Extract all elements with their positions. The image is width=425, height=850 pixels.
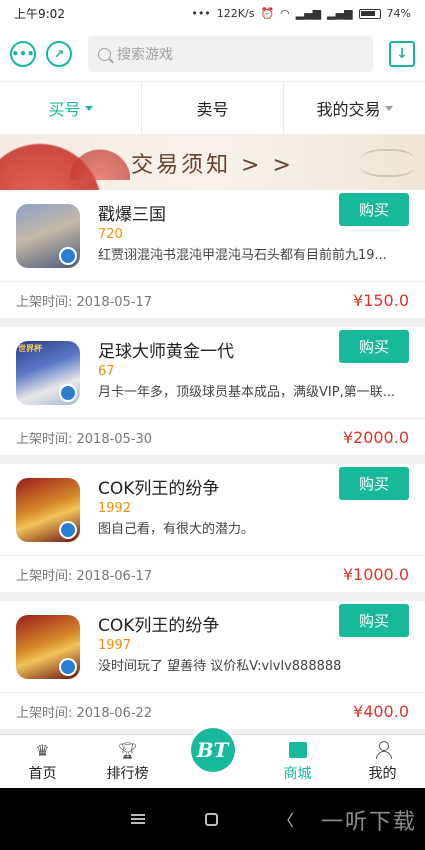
battery-icon	[358, 8, 381, 19]
listing-date: 上架时间: 2018-06-17	[16, 568, 153, 584]
listing-price: ¥150.0	[353, 290, 409, 310]
account-number: 1992	[98, 501, 132, 516]
account-number: 67	[98, 364, 115, 379]
alarm-icon: ⏰	[260, 7, 275, 20]
buy-button[interactable]: 购买	[339, 193, 409, 226]
buy-button[interactable]: 购买	[339, 330, 409, 363]
listing-main: 世界杯 足球大师黄金一代 67 月卡一年多，顶级球员基本成品，满级VIP,第一联…	[0, 327, 425, 419]
nav-bt[interactable]: BT	[170, 725, 255, 788]
system-nav-bar: 〈 一听下载	[0, 788, 425, 850]
search-input[interactable]: 搜索游戏	[88, 36, 373, 72]
listing-price: ¥1000.0	[342, 564, 409, 584]
home-icon[interactable]	[204, 812, 218, 826]
notification-dots: •••	[191, 7, 211, 20]
menu-icon[interactable]	[130, 814, 145, 824]
trade-tabs: 买号 卖号 我的交易	[0, 81, 425, 135]
status-time: 上午9:02	[14, 7, 65, 21]
account-number: 1997	[98, 638, 132, 653]
bt-icon: BT	[187, 725, 238, 775]
nav-label: 商城	[283, 766, 312, 782]
listing-card[interactable]: 世界杯 足球大师黄金一代 67 月卡一年多，顶级球员基本成品，满级VIP,第一联…	[0, 327, 425, 455]
back-icon[interactable]: 〈	[278, 807, 294, 831]
signal-icon-2: ▂▄▆	[327, 7, 353, 20]
verified-badge-icon	[59, 247, 77, 265]
person-shape	[375, 741, 392, 759]
listing-footer: 上架时间: 2018-06-17 ¥1000.0	[0, 556, 425, 592]
bottom-nav: ♛ 首页 🏆︎ 排行榜 BT 商城 我的	[0, 725, 425, 788]
person-icon	[372, 740, 394, 760]
listing-footer: 上架时间: 2018-06-22 ¥400.0	[0, 693, 425, 729]
tab-sell-account[interactable]: 卖号	[142, 82, 284, 134]
listing-main: COK列王的纷争 1992 图自己看，有很大的潜力。 购买	[0, 464, 425, 556]
verified-badge-icon	[59, 521, 77, 539]
status-right: ••• 122K/s ⏰ ◠ ▂▄▆ ▂▄▆ 74%	[191, 7, 411, 20]
chevron-down-icon	[84, 105, 93, 111]
account-number: 720	[98, 227, 123, 242]
listing-main: 戳爆三国 720 红贾诩混沌书混沌甲混沌马石头都有目前前九19... 购买	[0, 190, 425, 282]
icon-caption: 世界杯	[18, 344, 42, 353]
crown-icon: ♛	[35, 740, 50, 760]
listing-list: 戳爆三国 720 红贾诩混沌书混沌甲混沌马石头都有目前前九19... 购买 上架…	[0, 190, 425, 729]
shopping-bag-icon	[287, 740, 309, 760]
cok-game-icon	[16, 478, 80, 542]
listing-main: COK列王的纷争 1997 没时间玩了 望善待 议价私V:vlvlv888888…	[0, 601, 425, 693]
tab-my-trades[interactable]: 我的交易	[284, 82, 425, 134]
chevron-down-icon	[384, 105, 393, 111]
buy-button[interactable]: 购买	[339, 467, 409, 500]
nav-label: 首页	[28, 766, 57, 782]
listing-footer: 上架时间: 2018-05-17 ¥150.0	[0, 282, 425, 318]
battery-level: 74%	[386, 7, 411, 20]
listing-date: 上架时间: 2018-05-30	[16, 431, 153, 447]
signal-icon: ▂▄▆	[295, 7, 322, 20]
verified-badge-icon	[59, 384, 77, 402]
tab-label: 买号	[48, 100, 81, 119]
listing-description: 红贾诩混沌书混沌甲混沌马石头都有目前前九19...	[98, 248, 387, 263]
share-icon[interactable]: ↗	[46, 41, 72, 67]
cok-game-icon	[16, 615, 80, 679]
three-kingdoms-game-icon	[16, 204, 80, 268]
bag-shape	[288, 742, 307, 758]
trade-notice-banner[interactable]: 交易须知 > >	[0, 135, 425, 190]
listing-card[interactable]: 戳爆三国 720 红贾诩混沌书混沌甲混沌马石头都有目前前九19... 购买 上架…	[0, 190, 425, 318]
wifi-icon: ◠	[280, 7, 290, 20]
tab-label: 卖号	[196, 100, 229, 119]
verified-badge-icon	[59, 658, 77, 676]
search-placeholder: 搜索游戏	[117, 47, 173, 63]
listing-card[interactable]: COK列王的纷争 1997 没时间玩了 望善待 议价私V:vlvlv888888…	[0, 601, 425, 729]
status-bar: 上午9:02 ••• 122K/s ⏰ ◠ ▂▄▆ ▂▄▆ 74%	[0, 0, 425, 27]
football-master-game-icon: 世界杯	[16, 341, 80, 405]
buy-button[interactable]: 购买	[339, 604, 409, 637]
trophy-icon: 🏆︎	[117, 740, 138, 760]
banner-text: 交易须知 > >	[131, 152, 294, 178]
watermark-logo: 一听下载	[320, 810, 417, 835]
app-screen: 上午9:02 ••• 122K/s ⏰ ◠ ▂▄▆ ▂▄▆ 74% ••• ↗ …	[0, 0, 425, 850]
tab-buy-account[interactable]: 买号	[0, 82, 142, 134]
wave-decoration-icon	[360, 149, 415, 177]
listing-description: 月卡一年多，顶级球员基本成品，满级VIP,第一联...	[98, 385, 396, 400]
fan-decoration-icon	[70, 140, 130, 180]
nav-mall[interactable]: 商城	[255, 735, 340, 788]
top-bar: ••• ↗ 搜索游戏 ↓	[0, 27, 425, 81]
listing-description: 图自己看，有很大的潜力。	[98, 522, 255, 537]
nav-mine[interactable]: 我的	[340, 735, 425, 788]
listing-description: 没时间玩了 望善待 议价私V:vlvlv888888	[98, 659, 342, 674]
nav-ranking[interactable]: 🏆︎ 排行榜	[85, 735, 170, 788]
listing-date: 上架时间: 2018-06-22	[16, 705, 153, 721]
search-icon	[98, 47, 111, 61]
listing-card[interactable]: COK列王的纷争 1992 图自己看，有很大的潜力。 购买 上架时间: 2018…	[0, 464, 425, 592]
listing-price: ¥2000.0	[342, 427, 409, 447]
network-speed: 122K/s	[216, 7, 255, 20]
tab-label: 我的交易	[316, 100, 381, 119]
bt-label: BT	[190, 728, 235, 772]
nav-label: 我的	[368, 766, 397, 782]
listing-date: 上架时间: 2018-05-17	[16, 294, 153, 310]
nav-label: 排行榜	[106, 766, 149, 782]
download-icon[interactable]: ↓	[389, 41, 415, 67]
listing-price: ¥400.0	[353, 701, 409, 721]
listing-footer: 上架时间: 2018-05-30 ¥2000.0	[0, 419, 425, 455]
message-icon[interactable]: •••	[10, 41, 36, 67]
nav-home[interactable]: ♛ 首页	[0, 735, 85, 788]
